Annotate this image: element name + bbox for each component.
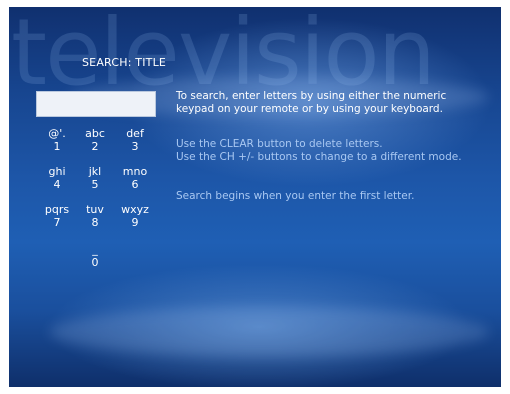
keypad-key-0[interactable]: _ 0 — [77, 243, 113, 269]
key-digit: 0 — [91, 256, 99, 269]
key-digit: 2 — [91, 140, 99, 153]
instruction-note: Search begins when you enter the first l… — [176, 190, 414, 203]
key-digit: 3 — [131, 140, 139, 153]
search-input[interactable] — [36, 91, 156, 117]
key-letters: @'. — [48, 127, 66, 140]
key-letters: jkl — [88, 165, 102, 178]
search-instructions: To search, enter letters by using either… — [176, 90, 496, 202]
key-letters: ghi — [48, 165, 66, 178]
key-letters: wxyz — [121, 203, 149, 216]
key-digit: 6 — [131, 178, 139, 191]
instruction-hints: Use the CLEAR button to delete letters. … — [176, 138, 462, 164]
instruction-line: Use the CLEAR button to delete letters. — [176, 138, 383, 150]
keypad-key-1[interactable]: @'. 1 — [39, 127, 75, 153]
key-letters: def — [126, 127, 144, 140]
key-digit: 5 — [91, 178, 99, 191]
keypad-key-4[interactable]: ghi 4 — [39, 165, 75, 191]
key-digit: 9 — [131, 216, 139, 229]
keypad-key-6[interactable]: mno 6 — [117, 165, 153, 191]
keypad-key-8[interactable]: tuv 8 — [77, 203, 113, 229]
keypad-key-9[interactable]: wxyz 9 — [117, 203, 153, 229]
key-digit: 7 — [53, 216, 61, 229]
keypad-key-2[interactable]: abc 2 — [77, 127, 113, 153]
key-letters: tuv — [86, 203, 104, 216]
key-letters: _ — [92, 243, 98, 256]
key-letters: mno — [122, 165, 148, 178]
media-center-screen: television SEARCH: TITLE @'. 1 abc 2 def… — [9, 7, 501, 387]
key-digit: 8 — [91, 216, 99, 229]
instruction-line: Search begins when you enter the first l… — [176, 190, 415, 202]
keypad-key-3[interactable]: def 3 — [117, 127, 153, 153]
instruction-line: Use the CH +/- buttons to change to a di… — [176, 151, 462, 163]
instruction-line: keypad on your remote or by using your k… — [176, 103, 443, 115]
key-letters: pqrs — [44, 203, 70, 216]
key-letters: abc — [85, 127, 105, 140]
page-title: SEARCH: TITLE — [82, 56, 167, 69]
keypad-key-7[interactable]: pqrs 7 — [39, 203, 75, 229]
key-digit: 4 — [53, 178, 61, 191]
key-digit: 1 — [53, 140, 61, 153]
keypad-key-5[interactable]: jkl 5 — [77, 165, 113, 191]
background-light-streak — [49, 307, 489, 357]
instruction-line: To search, enter letters by using either… — [176, 90, 447, 102]
